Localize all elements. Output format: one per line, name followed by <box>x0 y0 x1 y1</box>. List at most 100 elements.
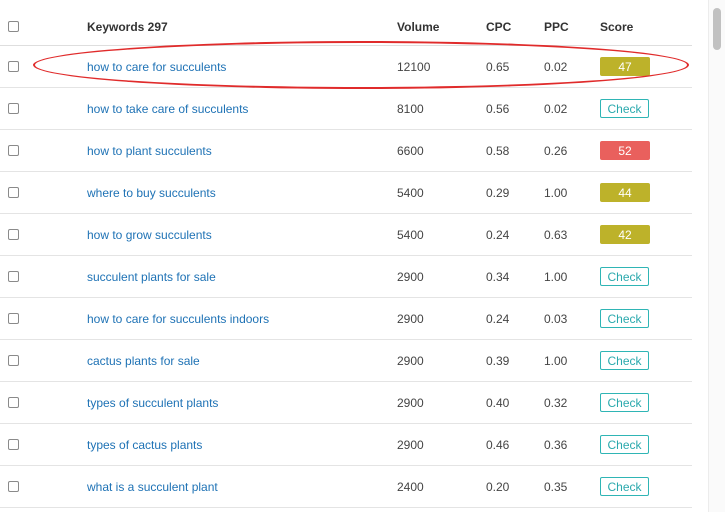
score-cell: Check <box>600 298 660 339</box>
score-cell: Check <box>600 382 660 423</box>
row-select-cell[interactable] <box>8 214 22 255</box>
row-select-cell[interactable] <box>8 382 22 423</box>
ppc-value: 1.00 <box>544 353 568 368</box>
row-select-cell[interactable] <box>8 172 22 213</box>
row-checkbox[interactable] <box>8 103 19 114</box>
cpc-cell: 0.56 <box>486 88 526 129</box>
table-row: succulent plants for sale 2900 0.34 1.00 Che… <box>0 256 692 298</box>
volume-cell: 2400 <box>397 466 457 507</box>
row-select-cell[interactable] <box>8 88 22 129</box>
table-row: where to buy succulents 5400 0.29 1.00 44 <box>0 172 692 214</box>
row-select-cell[interactable] <box>8 466 22 507</box>
row-checkbox[interactable] <box>8 397 19 408</box>
keyword-link[interactable]: cactus plants for sale <box>87 354 200 368</box>
ppc-cell: 0.02 <box>544 88 584 129</box>
volume-cell: 2900 <box>397 424 457 465</box>
volume-column-header[interactable]: Volume <box>397 8 457 45</box>
volume-cell: 6600 <box>397 130 457 171</box>
score-cell: Check <box>600 466 660 507</box>
keyword-link[interactable]: succulent plants for sale <box>87 270 216 284</box>
row-select-cell[interactable] <box>8 298 22 339</box>
volume-value: 2900 <box>397 437 424 452</box>
score-badge: 47 <box>600 57 650 76</box>
check-score-button[interactable]: Check <box>600 267 649 286</box>
cpc-column-header[interactable]: CPC <box>486 8 526 45</box>
ppc-cell: 0.35 <box>544 466 584 507</box>
volume-value: 2900 <box>397 311 424 326</box>
volume-cell: 2900 <box>397 382 457 423</box>
score-cell: 44 <box>600 172 660 213</box>
keyword-link[interactable]: what is a succulent plant <box>87 480 218 494</box>
keyword-link[interactable]: how to care for succulents indoors <box>87 312 269 326</box>
ppc-cell: 1.00 <box>544 172 584 213</box>
score-column-header[interactable]: Score <box>600 8 660 45</box>
check-score-button[interactable]: Check <box>600 393 649 412</box>
cpc-value: 0.39 <box>486 353 510 368</box>
ppc-column-header[interactable]: PPC <box>544 8 584 45</box>
row-select-cell[interactable] <box>8 130 22 171</box>
volume-value: 8100 <box>397 101 424 116</box>
row-checkbox[interactable] <box>8 271 19 282</box>
check-score-button[interactable]: Check <box>600 99 649 118</box>
cpc-value: 0.34 <box>486 269 510 284</box>
row-checkbox[interactable] <box>8 355 19 366</box>
ppc-value: 0.02 <box>544 59 568 74</box>
check-score-button[interactable]: Check <box>600 477 649 496</box>
volume-cell: 12100 <box>397 46 457 87</box>
vertical-scrollbar[interactable] <box>708 0 725 512</box>
score-cell: Check <box>600 340 660 381</box>
keyword-link[interactable]: types of cactus plants <box>87 438 202 452</box>
check-score-button[interactable]: Check <box>600 435 649 454</box>
table-header: Keywords 297 Volume CPC PPC Score <box>0 0 692 46</box>
scrollbar-thumb[interactable] <box>713 8 721 50</box>
keyword-cell: where to buy succulents <box>87 172 387 213</box>
row-checkbox[interactable] <box>8 187 19 198</box>
keyword-cell: what is a succulent plant <box>87 466 387 507</box>
row-select-cell[interactable] <box>8 46 22 87</box>
row-select-cell[interactable] <box>8 424 22 465</box>
ppc-value: 0.32 <box>544 395 568 410</box>
table-row: how to care for succulents 12100 0.65 0.02 4… <box>0 46 692 88</box>
volume-value: 6600 <box>397 143 424 158</box>
cpc-cell: 0.58 <box>486 130 526 171</box>
row-checkbox[interactable] <box>8 313 19 324</box>
select-all-checkbox[interactable] <box>8 21 19 32</box>
keyword-link[interactable]: types of succulent plants <box>87 396 218 410</box>
volume-cell: 5400 <box>397 214 457 255</box>
cpc-value: 0.56 <box>486 101 510 116</box>
check-score-button[interactable]: Check <box>600 309 649 328</box>
keyword-link[interactable]: how to plant succulents <box>87 144 212 158</box>
row-checkbox[interactable] <box>8 61 19 72</box>
keyword-link[interactable]: how to care for succulents <box>87 60 226 74</box>
volume-cell: 8100 <box>397 88 457 129</box>
volume-value: 5400 <box>397 227 424 242</box>
keyword-link[interactable]: where to buy succulents <box>87 186 216 200</box>
ppc-cell: 0.03 <box>544 298 584 339</box>
cpc-value: 0.24 <box>486 227 510 242</box>
row-checkbox[interactable] <box>8 481 19 492</box>
keyword-cell: types of cactus plants <box>87 424 387 465</box>
keyword-link[interactable]: how to grow succulents <box>87 228 212 242</box>
row-select-cell[interactable] <box>8 256 22 297</box>
keyword-cell: how to care for succulents <box>87 46 387 87</box>
select-all-cell[interactable] <box>8 8 22 45</box>
row-checkbox[interactable] <box>8 439 19 450</box>
keyword-cell: how to grow succulents <box>87 214 387 255</box>
score-cell: Check <box>600 424 660 465</box>
ppc-cell: 1.00 <box>544 256 584 297</box>
check-score-button[interactable]: Check <box>600 351 649 370</box>
table-row: how to plant succulents 6600 0.58 0.26 52 <box>0 130 692 172</box>
volume-value: 12100 <box>397 59 431 74</box>
volume-cell: 2900 <box>397 256 457 297</box>
row-checkbox[interactable] <box>8 229 19 240</box>
score-badge: 52 <box>600 141 650 160</box>
ppc-cell: 0.63 <box>544 214 584 255</box>
volume-value: 2900 <box>397 395 424 410</box>
keywords-column-header[interactable]: Keywords 297 <box>87 8 387 45</box>
row-select-cell[interactable] <box>8 340 22 381</box>
keywords-table: Keywords 297 Volume CPC PPC Score how to… <box>0 0 692 508</box>
keyword-link[interactable]: how to take care of succulents <box>87 102 248 116</box>
keyword-cell: how to care for succulents indoors <box>87 298 387 339</box>
row-checkbox[interactable] <box>8 145 19 156</box>
table-row: how to grow succulents 5400 0.24 0.63 42 <box>0 214 692 256</box>
